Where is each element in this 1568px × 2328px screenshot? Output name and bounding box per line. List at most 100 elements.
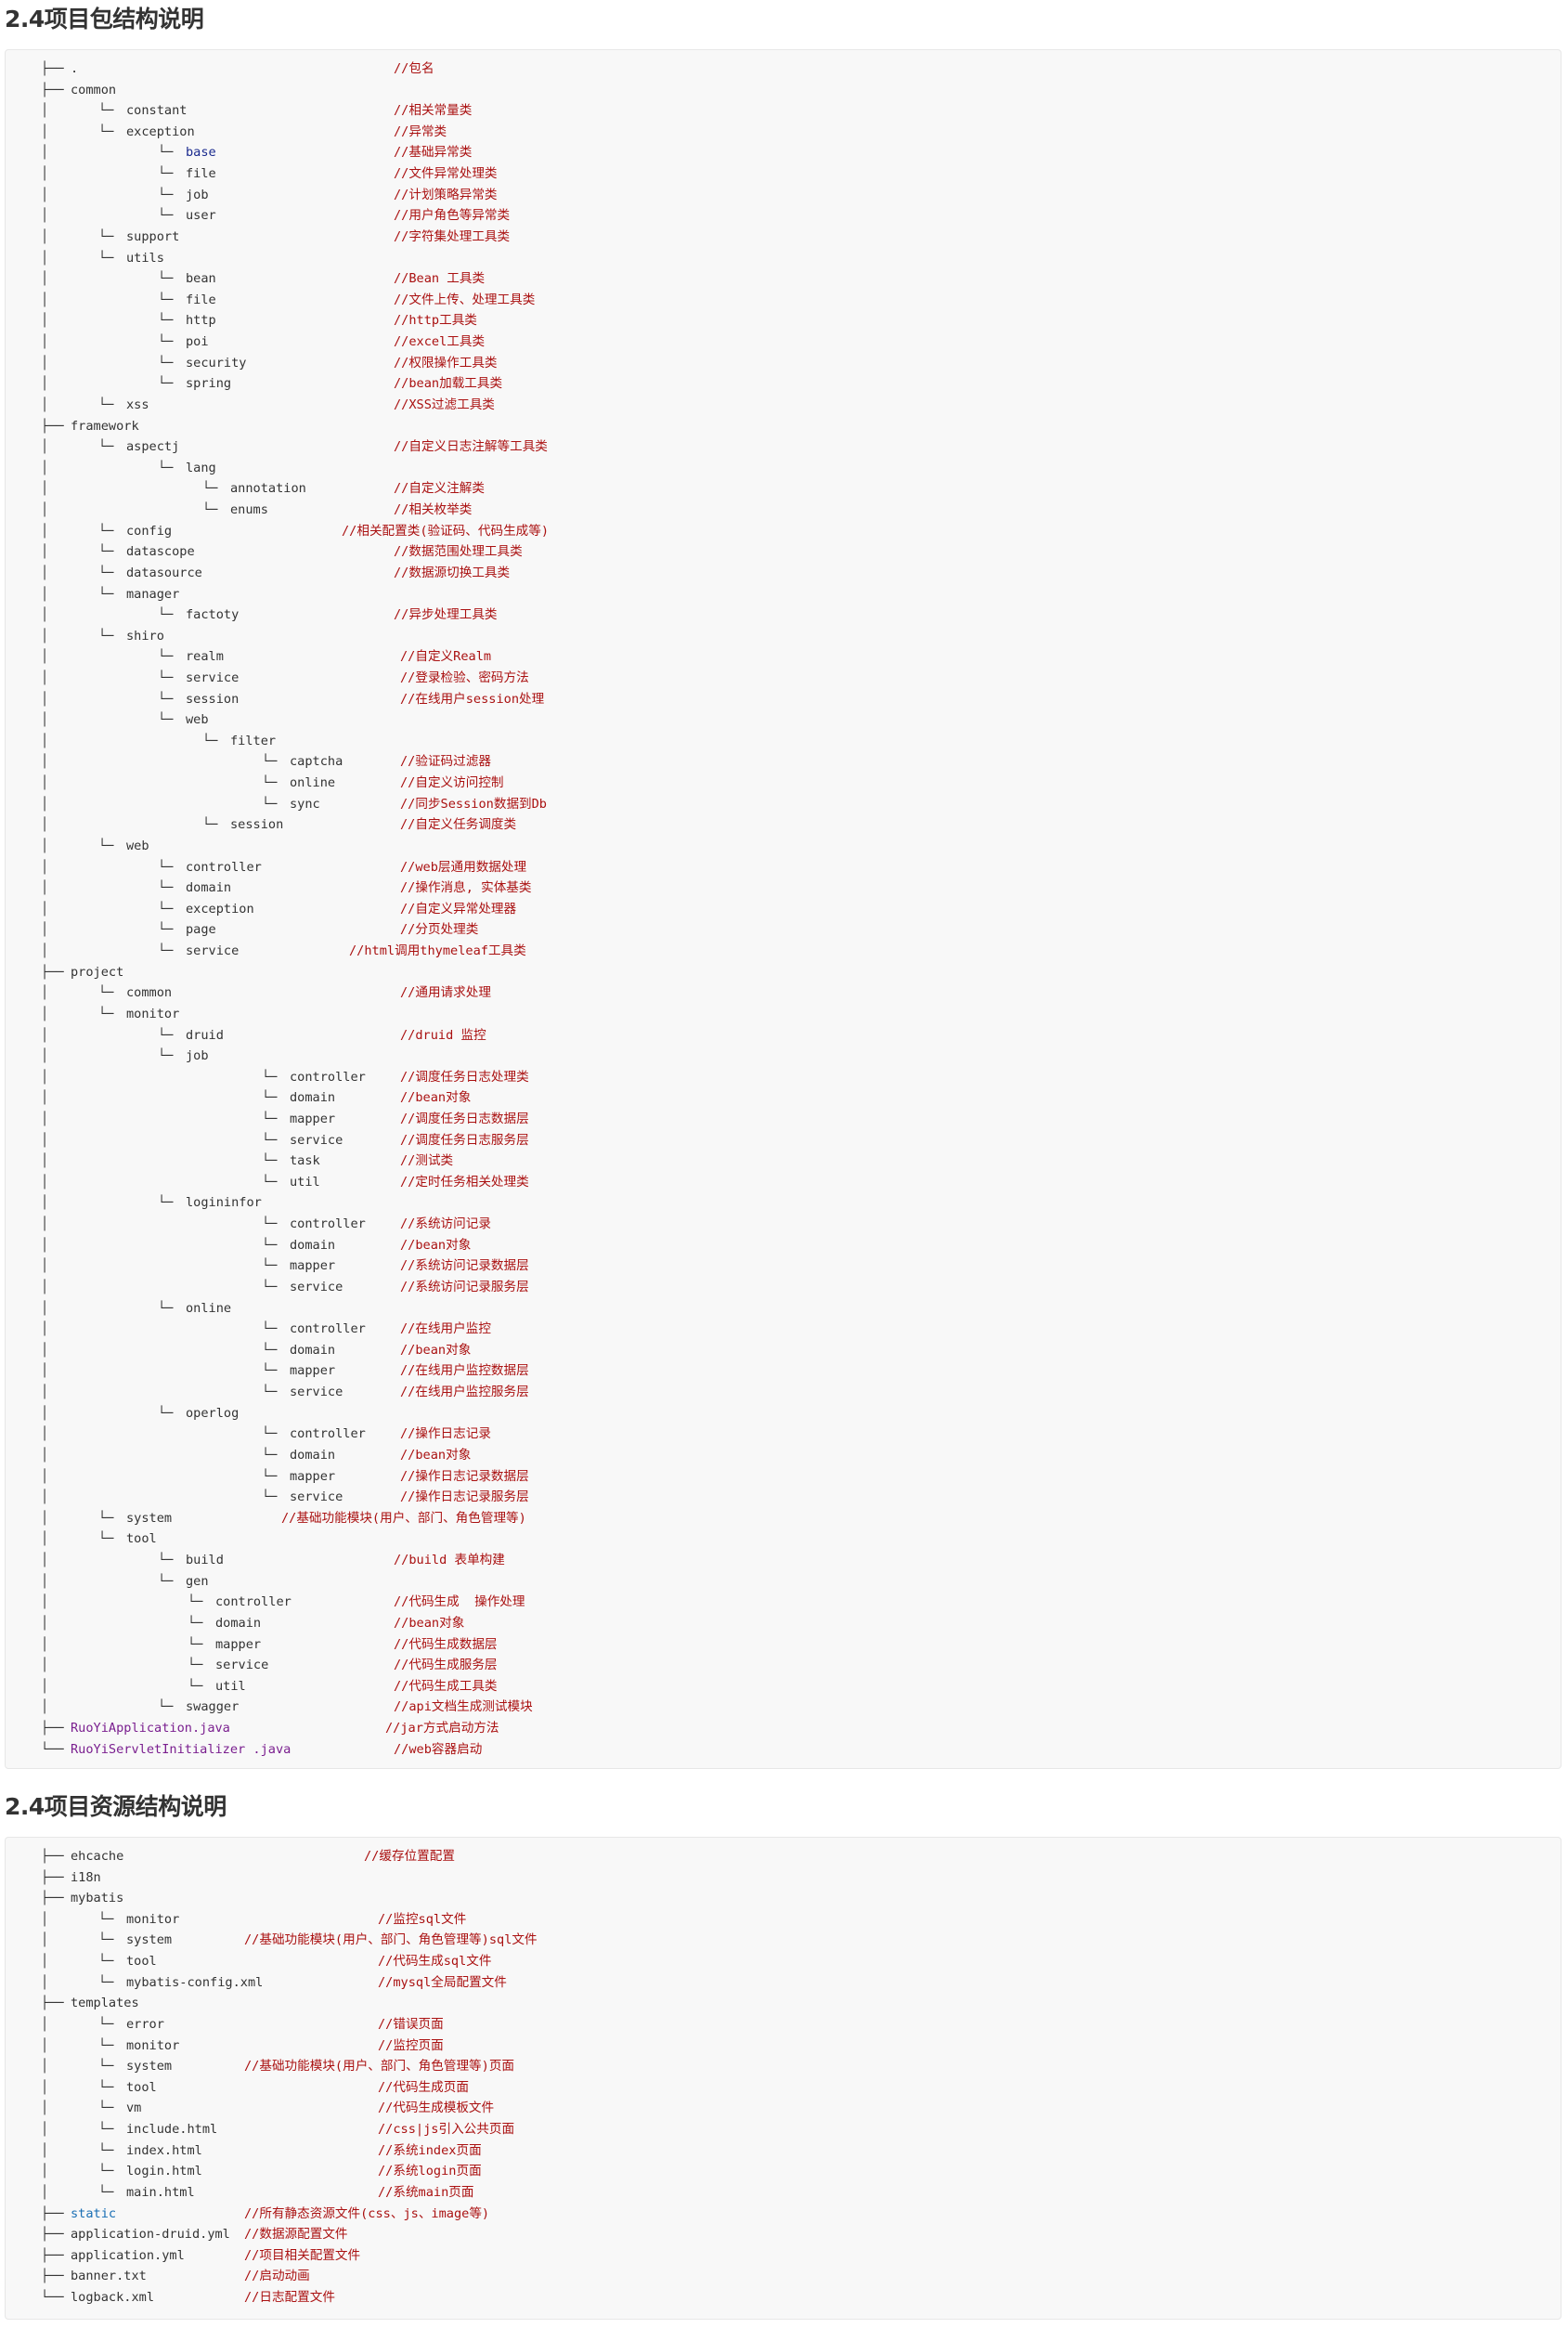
resource-tree-line: ├── application-druid.yml //数据源配置文件 (6, 2224, 1561, 2245)
tree-branch-connector: └─ (158, 691, 174, 707)
tree-item-comment: //bean对象 (400, 1342, 472, 1358)
tree-item-name: logininfor (186, 1195, 262, 1211)
tree-branch-connector: └─ (188, 1594, 203, 1610)
tree-vertical-connector: │ (41, 1090, 49, 1106)
tree-branch-connector: └─ (158, 187, 174, 202)
package-tree-line: │ └─ logininfor (6, 1192, 1561, 1214)
tree-item-comment: //在线用户监控数据层 (400, 1363, 529, 1379)
tree-item-name: system (126, 1510, 173, 1526)
tree-item-comment: //相关常量类 (394, 103, 473, 119)
tree-branch-connector: ├── (41, 61, 64, 76)
tree-vertical-connector: │ (41, 1658, 49, 1673)
tree-item-name: controller (290, 1069, 366, 1085)
tree-branch-connector: └─ (98, 1954, 114, 1970)
tree-item-comment: //用户角色等异常类 (394, 208, 511, 224)
tree-vertical-connector: │ (41, 943, 49, 959)
tree-item-name: constant (126, 103, 188, 119)
package-tree-line: │ └─ domain //bean对象 (6, 1613, 1561, 1634)
tree-vertical-connector: │ (41, 1216, 49, 1232)
tree-item-comment: //系统main页面 (378, 2184, 474, 2200)
tree-branch-connector: └─ (262, 1279, 278, 1294)
tree-vertical-connector: │ (41, 1594, 49, 1610)
tree-branch-connector: ├── (41, 1996, 64, 2011)
package-tree-line: │ └─ controller //操作日志记录 (6, 1424, 1561, 1445)
tree-branch-connector: └─ (188, 1636, 203, 1652)
tree-vertical-connector: │ (41, 502, 49, 518)
tree-branch-connector: └─ (158, 1553, 174, 1568)
package-tree-line: │ └─ aspectj //自定义日志注解等工具类 (6, 436, 1561, 458)
tree-branch-connector: └─ (98, 250, 114, 266)
package-tree-line: │ └─ support //字符集处理工具类 (6, 227, 1561, 248)
resource-tree-line: ├── banner.txt //启动动画 (6, 2266, 1561, 2287)
tree-branch-connector: └─ (262, 1112, 278, 1126)
tree-branch-connector: ├── (41, 1849, 64, 1864)
tree-branch-connector: ├── (41, 1720, 64, 1736)
tree-item-name: realm (186, 649, 224, 665)
package-tree-line: │ └─ online (6, 1298, 1561, 1320)
tree-item-name: RuoYiApplication.java (71, 1720, 230, 1736)
tree-item-comment: //jar方式启动方法 (385, 1720, 499, 1736)
tree-vertical-connector: │ (41, 1447, 49, 1463)
resource-section-heading: 2.4项目资源结构说明 (5, 1793, 227, 1820)
tree-item-name: utils (126, 250, 164, 266)
package-tree-line: ├── framework (6, 416, 1561, 437)
package-tree-line: └── RuoYiServletInitializer .java //web容器启… (6, 1739, 1561, 1761)
tree-item-comment: //build 表单构建 (394, 1553, 505, 1568)
tree-vertical-connector: │ (41, 1510, 49, 1526)
tree-item-comment: //自定义日志注解等工具类 (394, 439, 548, 455)
tree-branch-connector: ├── (41, 2205, 64, 2221)
tree-item-comment: //系统访问记录 (400, 1216, 491, 1232)
tree-item-comment: //操作日志记录服务层 (400, 1489, 529, 1505)
tree-item-comment: //测试类 (400, 1153, 454, 1169)
package-tree-line: │ └─ mapper //操作日志记录数据层 (6, 1466, 1561, 1488)
tree-branch-connector: └─ (188, 1678, 203, 1694)
package-tree-line: │ └─ http //http工具类 (6, 310, 1561, 332)
tree-branch-connector: └─ (158, 271, 174, 287)
package-tree-line: ├── common (6, 80, 1561, 101)
tree-item-name: session (186, 691, 240, 707)
package-tree-line: │ └─ mapper //代码生成数据层 (6, 1634, 1561, 1656)
resource-tree-line: │ └─ system //基础功能模块(用户、部门、角色管理等)sql文件 (6, 1930, 1561, 1951)
tree-vertical-connector: │ (41, 1573, 49, 1589)
tree-item-comment: //字符集处理工具类 (394, 228, 511, 244)
tree-item-comment: //css|js引入公共页面 (378, 2122, 515, 2138)
package-tree-line: │ └─ filter (6, 731, 1561, 752)
resource-tree-line: │ └─ monitor //监控sql文件 (6, 1909, 1561, 1931)
tree-branch-connector: └─ (158, 313, 174, 329)
package-tree-line: │ └─ task //测试类 (6, 1151, 1561, 1172)
tree-vertical-connector: │ (41, 460, 49, 475)
tree-vertical-connector: │ (41, 1153, 49, 1169)
tree-branch-connector: └─ (262, 1153, 278, 1169)
package-tree-code-block: ├──. //包名 ├── common │ └─ constant //相关常量类 │ └─ ex… (5, 49, 1562, 1769)
tree-branch-connector: └─ (262, 1090, 278, 1106)
tree-item-comment: //http工具类 (394, 313, 477, 329)
tree-vertical-connector: │ (41, 1321, 49, 1337)
tree-item-name: filter (230, 733, 277, 748)
package-tree-line: │ └─ tool (6, 1528, 1561, 1550)
tree-branch-connector: └─ (158, 859, 174, 875)
package-tree-line: │ └─ session //自定义任务调度类 (6, 814, 1561, 836)
tree-item-name: online (290, 775, 336, 791)
tree-vertical-connector: │ (41, 1300, 49, 1316)
tree-branch-connector: └─ (98, 2037, 114, 2053)
tree-item-comment: //自定义异常处理器 (400, 901, 517, 917)
tree-branch-connector: └─ (202, 502, 218, 518)
tree-branch-connector: └─ (158, 208, 174, 224)
tree-vertical-connector: │ (41, 2122, 49, 2138)
tree-vertical-connector: │ (41, 1027, 49, 1043)
tree-item-name: druid (186, 1027, 224, 1043)
tree-item-name: application-druid.yml (71, 2227, 230, 2243)
tree-branch-connector: └─ (262, 1132, 278, 1148)
tree-vertical-connector: │ (41, 1363, 49, 1379)
tree-vertical-connector: │ (41, 1006, 49, 1021)
tree-item-comment: //错误页面 (378, 2016, 444, 2032)
tree-item-name: poi (186, 334, 209, 350)
tree-item-name: job (186, 1048, 209, 1064)
tree-item-comment: //代码生成服务层 (394, 1658, 498, 1673)
tree-item-name: controller (290, 1216, 366, 1232)
package-tree-line: │ └─ config //相关配置类(验证码、代码生成等) (6, 521, 1561, 542)
package-tree-line: │ └─ sync //同步Session数据到Db (6, 794, 1561, 815)
tree-vertical-connector: │ (41, 754, 49, 770)
tree-branch-connector: ├── (41, 1869, 64, 1885)
tree-vertical-connector: │ (41, 1615, 49, 1631)
